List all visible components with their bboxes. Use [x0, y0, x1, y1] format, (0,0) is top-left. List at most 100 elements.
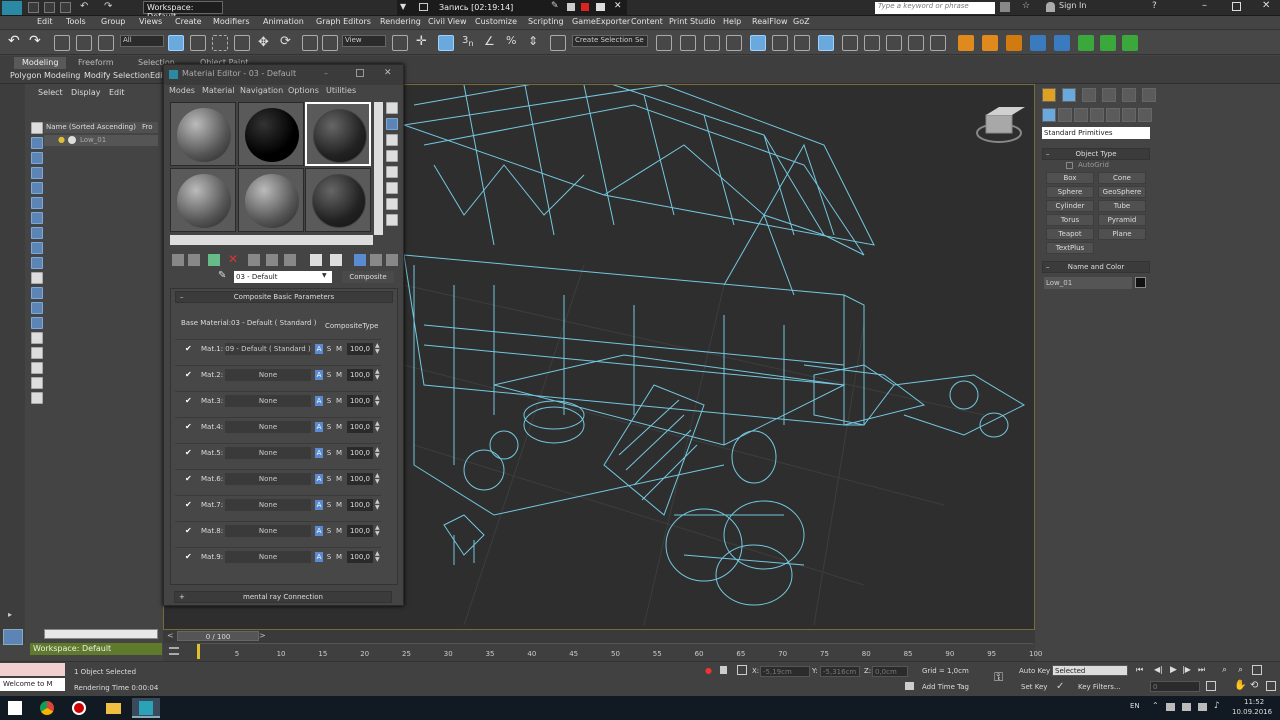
tray-up-icon[interactable]: ⌃ — [1152, 701, 1159, 710]
subtractive-toggle[interactable]: S — [325, 552, 333, 562]
plugin-orange-icon-3[interactable] — [1006, 35, 1022, 51]
ribbon-toggle-icon[interactable] — [726, 35, 742, 51]
absolute-mode-icon[interactable] — [737, 665, 747, 675]
menu-graph-editors[interactable]: Graph Editors — [316, 17, 371, 26]
menu-content[interactable]: Content — [631, 17, 663, 26]
object-name-input[interactable]: Low_01 — [1044, 277, 1132, 289]
plugin-green-icon-1[interactable] — [1078, 35, 1094, 51]
menu-edit[interactable]: Edit — [37, 17, 53, 26]
mix-toggle[interactable]: M — [335, 474, 343, 484]
reset-material-icon[interactable]: ✕ — [228, 252, 238, 266]
mix-toggle[interactable]: M — [335, 526, 343, 536]
snaps-toggle-icon[interactable]: 3n — [462, 35, 474, 48]
object-type-header[interactable]: – Object Type — [1042, 148, 1150, 160]
set-key-button[interactable]: Set Key — [1021, 683, 1047, 691]
minimize-window-icon[interactable]: – — [1202, 0, 1207, 11]
filter-icon-18[interactable] — [31, 377, 43, 389]
menu-views[interactable]: Views — [139, 17, 162, 26]
save-icon[interactable] — [60, 2, 71, 13]
material-slot-button[interactable]: 09 - Default ( Standard ) — [225, 343, 311, 355]
spinner-arrows-icon[interactable]: ▲ ▼ — [375, 525, 380, 537]
set-key-icon[interactable]: ✓ — [1056, 681, 1064, 692]
viewcube[interactable] — [976, 107, 1025, 143]
curve-editor-icon[interactable] — [750, 35, 766, 51]
mix-toggle[interactable]: M — [335, 552, 343, 562]
filter-icon-14[interactable] — [31, 317, 43, 329]
render-a360-icon[interactable] — [930, 35, 946, 51]
amount-spinner[interactable]: 100,0 — [347, 395, 373, 407]
render-production-icon[interactable] — [864, 35, 880, 51]
mix-toggle[interactable]: M — [335, 396, 343, 406]
key-icon[interactable]: ⚿ — [994, 670, 1003, 685]
video-color-check-icon[interactable] — [386, 166, 398, 178]
track-bar[interactable]: 5 10 15 20 25 30 35 40 45 50 55 60 65 70 75 80 85 90 95 100 — [163, 643, 1042, 661]
geometry-icon[interactable] — [1042, 108, 1056, 122]
material-enable-checkbox[interactable]: ✔ — [185, 371, 193, 379]
clock-time[interactable]: 11:52 — [1244, 698, 1264, 706]
mix-toggle[interactable]: M — [335, 422, 343, 432]
spinner-arrows-icon[interactable]: ▲ ▼ — [375, 343, 380, 355]
sample-slot-3[interactable] — [305, 102, 371, 166]
add-time-tag[interactable]: Add Time Tag — [922, 683, 969, 691]
align-icon[interactable] — [680, 35, 696, 51]
material-slot-button[interactable]: None — [225, 525, 311, 537]
column-header-frozen[interactable]: Fro — [142, 123, 153, 131]
menu-tools[interactable]: Tools — [66, 17, 86, 26]
screen-icon[interactable] — [419, 3, 428, 11]
pick-material-icon[interactable]: ✎ — [218, 270, 226, 281]
named-selection-sets-dropdown[interactable]: Create Selection Se — [572, 35, 648, 47]
sample-slots-scrollbar[interactable] — [170, 235, 373, 245]
spinner-snap-icon[interactable]: ⇕ — [528, 34, 538, 48]
additive-toggle[interactable]: A — [315, 396, 323, 406]
select-object-icon[interactable] — [168, 35, 184, 51]
filter-icon-19[interactable] — [31, 392, 43, 404]
time-slider-prev-icon[interactable]: < — [167, 631, 174, 640]
percent-snap-icon[interactable]: % — [506, 34, 516, 47]
network-icon[interactable] — [1198, 703, 1207, 711]
selection-filter-dropdown[interactable]: All — [120, 35, 164, 47]
menu-civil-view[interactable]: Civil View — [428, 17, 467, 26]
manipulate-icon[interactable]: ✛ — [416, 34, 427, 49]
material-enable-checkbox[interactable]: ✔ — [185, 501, 193, 509]
explorer-menu-display[interactable]: Display — [71, 88, 101, 97]
material-enable-checkbox[interactable]: ✔ — [185, 475, 193, 483]
zoom-all-icon[interactable]: ⌕ — [1238, 665, 1243, 675]
me-menu-modes[interactable]: Modes — [169, 86, 195, 95]
filter-icon-15[interactable] — [31, 332, 43, 344]
mirror-icon[interactable] — [656, 35, 672, 51]
subtractive-toggle[interactable]: S — [325, 422, 333, 432]
display-tab-icon[interactable] — [1122, 88, 1136, 102]
open-icon[interactable] — [44, 2, 55, 13]
material-slot-button[interactable]: None — [225, 447, 311, 459]
app-logo-icon[interactable] — [2, 1, 22, 15]
activeshade-icon[interactable] — [908, 35, 924, 51]
show-map-icon[interactable] — [330, 254, 342, 266]
menu-modifiers[interactable]: Modifiers — [213, 17, 250, 26]
cameras-icon[interactable] — [1090, 108, 1104, 122]
material-enable-checkbox[interactable]: ✔ — [185, 449, 193, 457]
material-editor-titlebar[interactable]: Material Editor - 03 - Default – ✕ — [164, 65, 403, 85]
filter-icon-1[interactable] — [31, 122, 43, 134]
menu-customize[interactable]: Customize — [475, 17, 517, 26]
material-enable-checkbox[interactable]: ✔ — [185, 345, 193, 353]
ribbon-polygon-modeling[interactable]: Polygon Modeling — [10, 71, 80, 80]
filter-icon-5[interactable] — [31, 182, 43, 194]
search-input[interactable]: Type a keyword or phrase — [875, 2, 995, 14]
material-slot-button[interactable]: None — [225, 395, 311, 407]
mix-toggle[interactable]: M — [335, 448, 343, 458]
help-icon[interactable]: ? — [1152, 1, 1157, 11]
keyboard-language[interactable]: EN — [1130, 702, 1140, 710]
plugin-orange-icon-2[interactable] — [982, 35, 998, 51]
subtractive-toggle[interactable]: S — [325, 448, 333, 458]
plugin-orange-icon-1[interactable] — [958, 35, 974, 51]
scale-icon[interactable] — [302, 35, 318, 51]
copy-material-icon[interactable] — [248, 254, 260, 266]
menu-create[interactable]: Create — [175, 17, 202, 26]
selection-lock-icon[interactable] — [720, 666, 727, 674]
unlink-icon[interactable] — [76, 35, 92, 51]
explorer-expand-icon[interactable]: ▸ — [8, 610, 12, 619]
make-preview-icon[interactable] — [386, 182, 398, 194]
utilities-tab-icon[interactable] — [1142, 88, 1156, 102]
workspace-dropdown[interactable]: Workspace: Default — [143, 1, 223, 21]
rendered-frame-window-icon[interactable] — [842, 35, 858, 51]
